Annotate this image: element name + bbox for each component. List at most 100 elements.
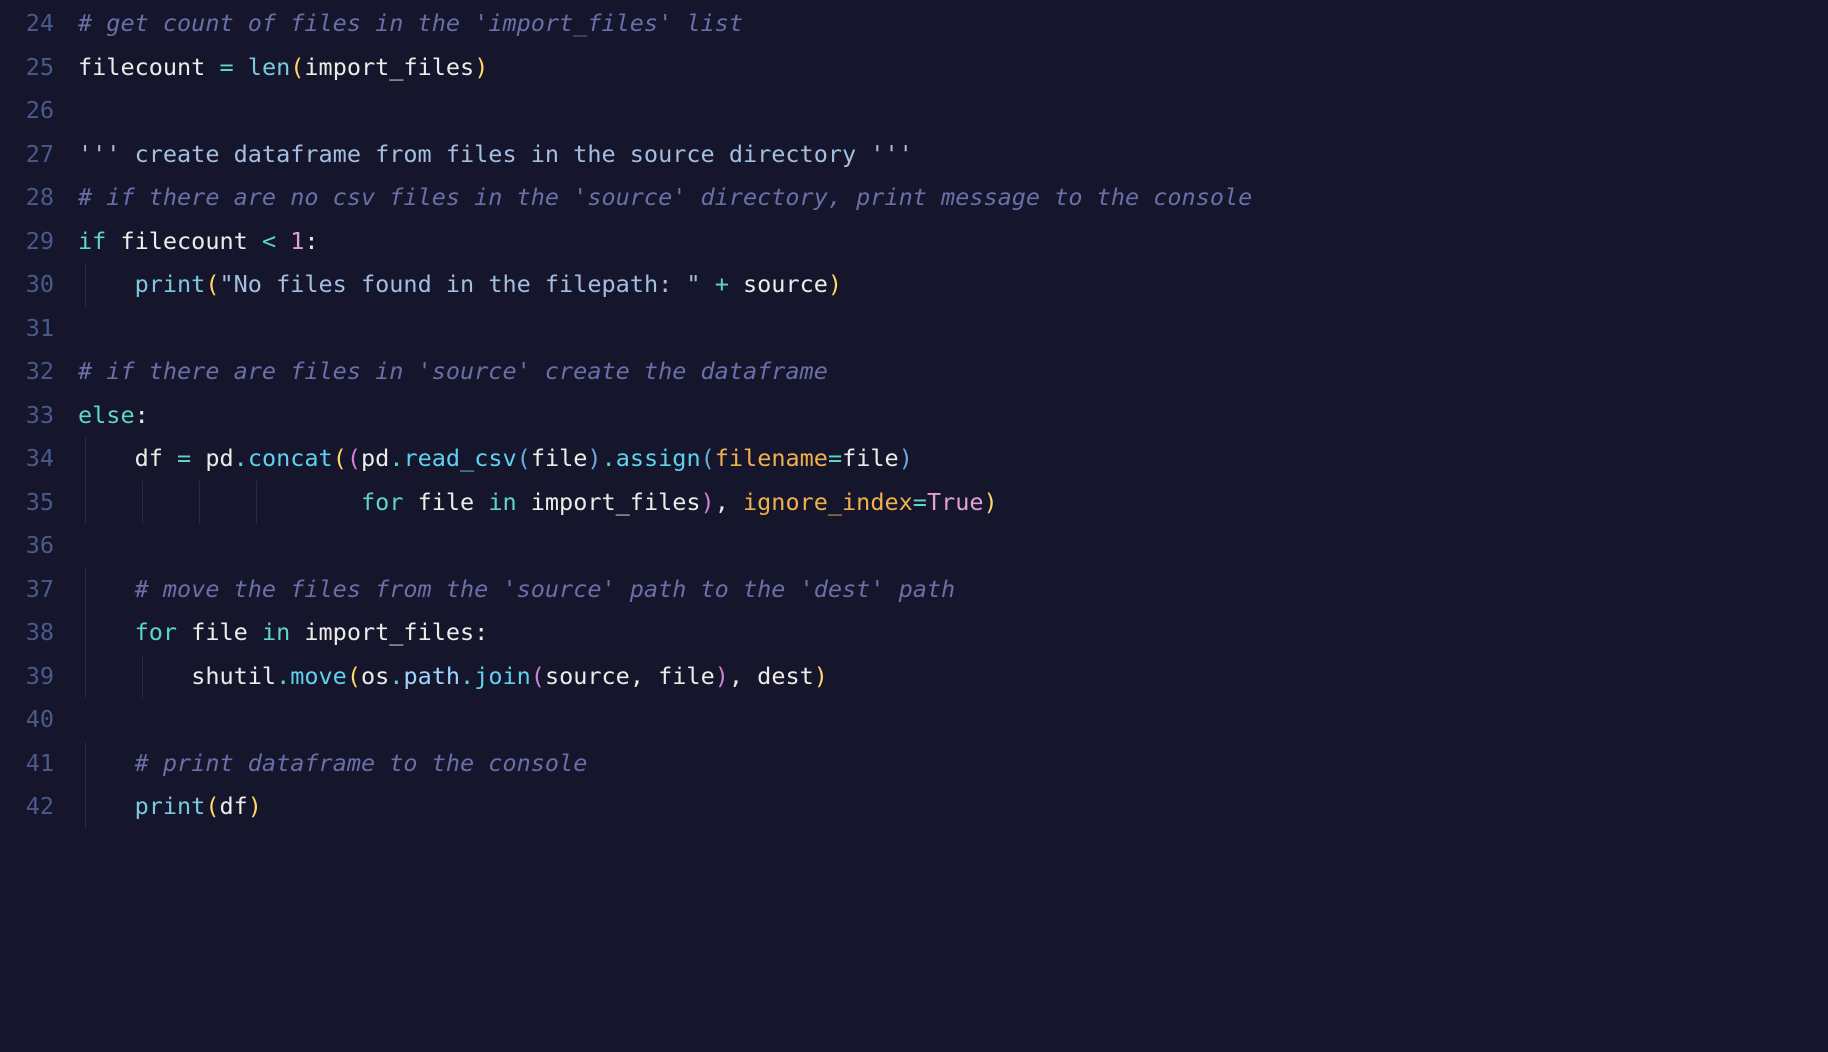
line-number: 36 xyxy=(0,524,54,568)
code-line[interactable] xyxy=(78,89,1828,133)
line-number: 41 xyxy=(0,742,54,786)
code-token: df xyxy=(220,792,248,820)
code-token: ) xyxy=(248,792,262,820)
code-editor[interactable]: 24252627282930313233343536373839404142 #… xyxy=(0,0,1828,1052)
code-token: ( xyxy=(205,792,219,820)
code-line[interactable]: # if there are files in 'source' create … xyxy=(78,350,1828,394)
code-line[interactable]: # get count of files in the 'import_file… xyxy=(78,2,1828,46)
line-number: 31 xyxy=(0,307,54,351)
code-token: path xyxy=(403,662,460,690)
code-line[interactable]: # move the files from the 'source' path … xyxy=(78,568,1828,612)
code-token: filename xyxy=(715,444,828,472)
code-token: . xyxy=(389,444,403,472)
code-token: file xyxy=(403,488,488,516)
code-token xyxy=(276,227,290,255)
code-line[interactable] xyxy=(78,524,1828,568)
code-token: filecount xyxy=(78,53,219,81)
code-token: # print dataframe to the console xyxy=(135,749,588,777)
code-token: in xyxy=(262,618,290,646)
code-token: "No files found in the filepath: " xyxy=(220,270,701,298)
line-number-gutter: 24252627282930313233343536373839404142 xyxy=(0,2,78,1052)
indent-guide xyxy=(142,481,143,525)
code-token: , dest xyxy=(729,662,814,690)
code-token: ) xyxy=(715,662,729,690)
code-token: in xyxy=(488,488,516,516)
code-line[interactable] xyxy=(78,307,1828,351)
code-line[interactable]: shutil.move(os.path.join(source, file), … xyxy=(78,655,1828,699)
code-token: ( xyxy=(531,662,545,690)
code-token: join xyxy=(474,662,531,690)
code-token: = xyxy=(828,444,842,472)
line-number: 30 xyxy=(0,263,54,307)
code-token: ( xyxy=(205,270,219,298)
line-number: 37 xyxy=(0,568,54,612)
code-token: len xyxy=(248,53,290,81)
code-token: import_files xyxy=(304,53,474,81)
code-line[interactable]: print("No files found in the filepath: "… xyxy=(78,263,1828,307)
code-line[interactable]: df = pd.concat((pd.read_csv(file).assign… xyxy=(78,437,1828,481)
line-number: 38 xyxy=(0,611,54,655)
code-token: file xyxy=(531,444,588,472)
line-number: 29 xyxy=(0,220,54,264)
code-token xyxy=(701,270,715,298)
code-token: = xyxy=(219,53,233,81)
line-number: 42 xyxy=(0,785,54,829)
line-number: 25 xyxy=(0,46,54,90)
indent-guide xyxy=(85,785,86,829)
code-token: ) xyxy=(474,53,488,81)
code-token: import_files: xyxy=(290,618,488,646)
code-token: concat xyxy=(248,444,333,472)
code-token: = xyxy=(913,488,927,516)
code-line[interactable]: # if there are no csv files in the 'sour… xyxy=(78,176,1828,220)
code-token: ignore_index xyxy=(743,488,913,516)
code-token: . xyxy=(234,444,248,472)
indent-guide xyxy=(256,481,257,525)
code-token: ( xyxy=(347,444,361,472)
line-number: 27 xyxy=(0,133,54,177)
code-token: pd xyxy=(361,444,389,472)
code-token xyxy=(234,53,248,81)
code-token: ) xyxy=(814,662,828,690)
code-line[interactable]: filecount = len(import_files) xyxy=(78,46,1828,90)
code-token: read_csv xyxy=(403,444,516,472)
line-number: 40 xyxy=(0,698,54,742)
code-token: df xyxy=(135,444,177,472)
code-line[interactable]: ''' create dataframe from files in the s… xyxy=(78,133,1828,177)
code-token: ( xyxy=(347,662,361,690)
code-line[interactable]: print(df) xyxy=(78,785,1828,829)
line-number: 26 xyxy=(0,89,54,133)
code-area[interactable]: # get count of files in the 'import_file… xyxy=(78,2,1828,1052)
code-token: move xyxy=(290,662,347,690)
code-line[interactable]: # print dataframe to the console xyxy=(78,742,1828,786)
line-number: 28 xyxy=(0,176,54,220)
code-line[interactable]: else: xyxy=(78,394,1828,438)
code-token: else xyxy=(78,401,135,429)
code-token: filecount xyxy=(106,227,262,255)
code-token: . xyxy=(460,662,474,690)
indent-guide xyxy=(142,655,143,699)
code-token: . xyxy=(602,444,616,472)
code-line[interactable]: for file in import_files), ignore_index=… xyxy=(78,481,1828,525)
code-token: + xyxy=(715,270,729,298)
indent-guide xyxy=(85,481,86,525)
code-token: : xyxy=(304,227,318,255)
code-token: ) xyxy=(587,444,601,472)
line-number: 32 xyxy=(0,350,54,394)
line-number: 35 xyxy=(0,481,54,525)
code-token: ) xyxy=(828,270,842,298)
line-number: 33 xyxy=(0,394,54,438)
code-token: os xyxy=(361,662,389,690)
code-token: , xyxy=(715,488,743,516)
indent-guide xyxy=(85,437,86,481)
indent-guide xyxy=(85,742,86,786)
code-token: if xyxy=(78,227,106,255)
code-token: pd xyxy=(191,444,233,472)
code-token: ( xyxy=(701,444,715,472)
line-number: 39 xyxy=(0,655,54,699)
code-token: ( xyxy=(333,444,347,472)
code-token: for xyxy=(361,488,403,516)
code-line[interactable] xyxy=(78,698,1828,742)
code-line[interactable]: if filecount < 1: xyxy=(78,220,1828,264)
code-line[interactable]: for file in import_files: xyxy=(78,611,1828,655)
code-token: source xyxy=(729,270,828,298)
